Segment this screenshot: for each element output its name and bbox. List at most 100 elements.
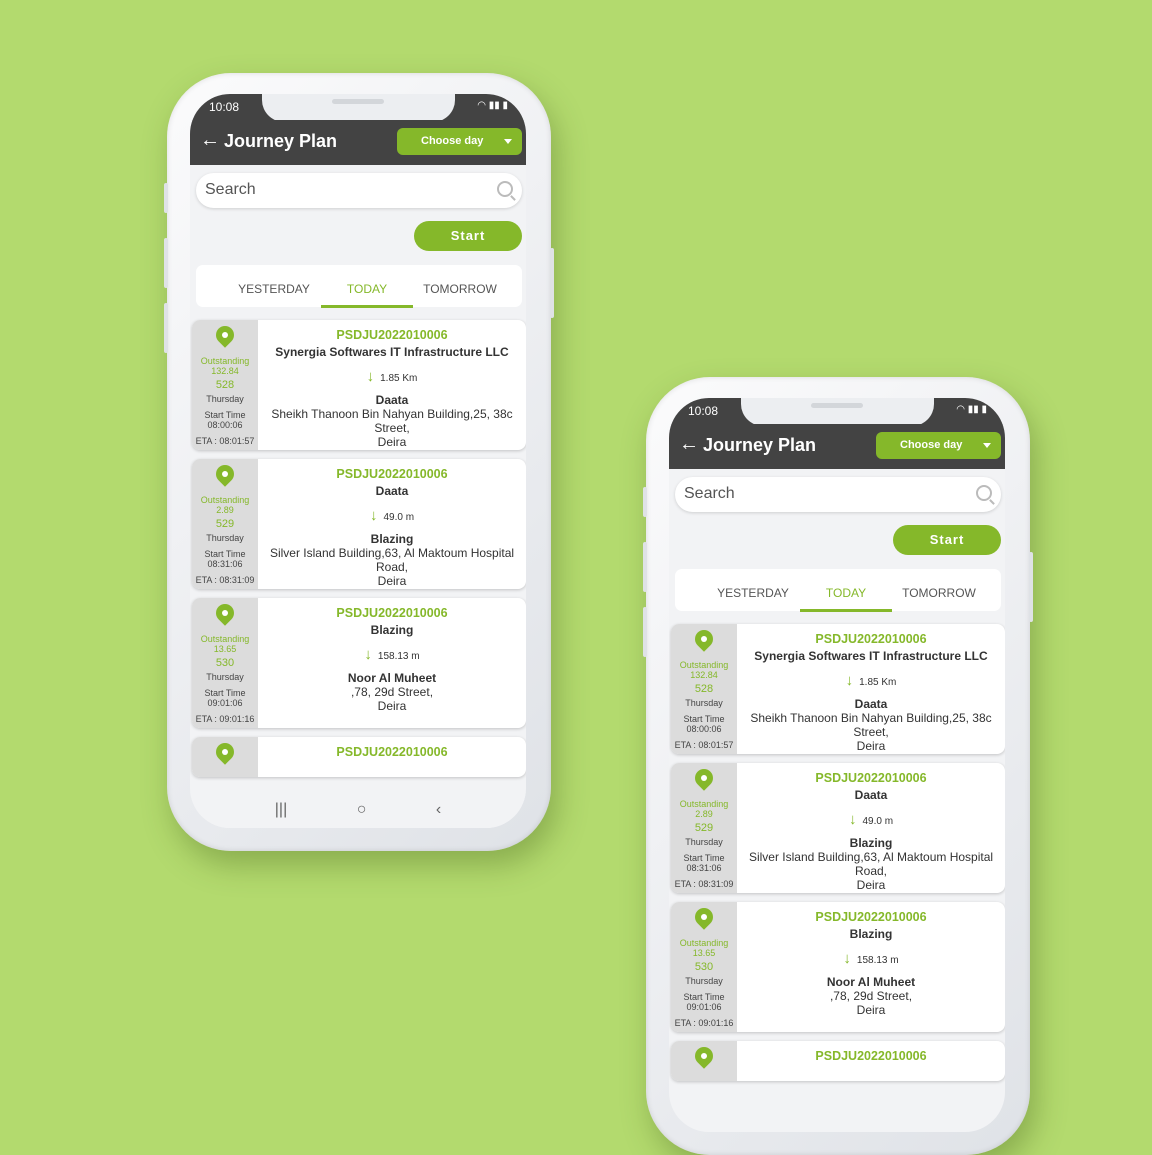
- day: Thursday: [685, 837, 723, 847]
- phone-mockup: Outstanding 132.84 528 Thursday Start Ti…: [164, 73, 554, 851]
- order-code: PSDJU2022010006: [336, 467, 448, 481]
- wifi-signal-battery-icon: ◠ ▮▮ ▮: [477, 100, 508, 111]
- start-time-label: Start Time: [204, 549, 246, 559]
- customer-name: Noor Al Muheet: [826, 975, 916, 989]
- status-bar: 10:08 ◠ ▮▮ ▮: [190, 94, 526, 122]
- start-button[interactable]: Start: [414, 221, 522, 251]
- search-input[interactable]: Search: [196, 173, 522, 208]
- address-line: Silver Island Building,63, Al Maktoum Ho…: [748, 850, 994, 864]
- company-name: Blazing: [370, 623, 414, 637]
- wifi-signal-battery-icon: ◠ ▮▮ ▮: [956, 404, 987, 415]
- start-time: 09:01:06: [686, 1002, 722, 1012]
- home-button[interactable]: ○: [357, 801, 367, 819]
- tab-today[interactable]: TODAY: [321, 282, 413, 296]
- journey-card[interactable]: Outstanding 13.65 530 Thursday Start Tim…: [671, 902, 1005, 1032]
- distance: 1.85 Km: [380, 373, 418, 384]
- tab-tomorrow[interactable]: TOMORROW: [893, 586, 985, 600]
- order-code: PSDJU2022010006: [336, 328, 448, 342]
- journey-list[interactable]: Outstanding 132.84 528 Thursday Start Ti…: [671, 624, 1005, 1090]
- address-line: Silver Island Building,63, Al Maktoum Ho…: [269, 546, 515, 560]
- outstanding-label: Outstanding: [200, 356, 250, 366]
- location-pin-icon: [212, 739, 238, 765]
- outstanding-value: 13.65: [213, 644, 237, 654]
- outstanding-value: 132.84: [690, 670, 718, 680]
- address-line: Sheikh Thanoon Bin Nahyan Building,25, 3…: [750, 711, 992, 725]
- company-name: Synergia Softwares IT Infrastructure LLC: [275, 345, 509, 359]
- eta: ETA : 08:01:57: [674, 740, 734, 750]
- day: Thursday: [206, 394, 244, 404]
- outstanding-value: 132.84: [211, 366, 239, 376]
- choose-day-dropdown[interactable]: Choose day: [876, 432, 1001, 459]
- back-arrow-icon[interactable]: ←: [679, 433, 699, 456]
- start-time: 09:01:06: [207, 698, 243, 708]
- start-time: 08:00:06: [207, 420, 243, 430]
- search-icon[interactable]: [976, 485, 992, 501]
- address-line: Sheikh Thanoon Bin Nahyan Building,25, 3…: [271, 407, 513, 421]
- active-tab-indicator: [800, 609, 892, 612]
- start-time: 08:00:06: [686, 724, 722, 734]
- card-details: PSDJU2022010006 Blazing ↓ 158.13 m Noor A…: [737, 902, 1005, 1032]
- page-title: Journey Plan: [224, 131, 338, 151]
- start-time-label: Start Time: [683, 853, 725, 863]
- card-details: PSDJU2022010006 Synergia Softwares IT In…: [258, 320, 526, 450]
- journey-card[interactable]: Outstanding 2.89 529 Thursday Start Time…: [192, 459, 526, 589]
- journey-card[interactable]: Outstanding 2.89 529 Thursday Start Time…: [671, 763, 1005, 893]
- status-bar: 10:08 ◠ ▮▮ ▮: [669, 398, 1005, 426]
- eta: ETA : 09:01:16: [674, 1018, 734, 1028]
- company-name: Blazing: [849, 927, 893, 941]
- start-time-label: Start Time: [683, 992, 725, 1002]
- card-summary: [192, 737, 258, 777]
- choose-day-dropdown[interactable]: Choose day: [397, 128, 522, 155]
- order-code: PSDJU2022010006: [336, 606, 448, 620]
- start-button[interactable]: Start: [893, 525, 1001, 555]
- tab-yesterday[interactable]: YESTERDAY: [228, 282, 320, 296]
- journey-card[interactable]: PSDJU2022010006: [671, 1041, 1005, 1081]
- tab-tomorrow[interactable]: TOMORROW: [414, 282, 506, 296]
- address-line: Street,: [374, 421, 410, 435]
- location-pin-icon: [691, 765, 717, 791]
- card-summary: Outstanding 13.65 530 Thursday Start Tim…: [671, 902, 737, 1032]
- outstanding-value: 13.65: [692, 948, 716, 958]
- outstanding-label: Outstanding: [679, 938, 729, 948]
- card-details: PSDJU2022010006 Daata ↓ 49.0 m Blazing Si…: [737, 763, 1005, 893]
- tab-yesterday[interactable]: YESTERDAY: [707, 586, 799, 600]
- journey-card[interactable]: PSDJU2022010006: [192, 737, 526, 777]
- card-summary: Outstanding 132.84 528 Thursday Start Ti…: [671, 624, 737, 754]
- phone-screen: Outstanding 132.84 528 Thursday Start Ti…: [669, 398, 1005, 1132]
- clock: 10:08: [209, 100, 240, 114]
- address-line: Deira: [377, 435, 407, 449]
- notch: [741, 398, 934, 426]
- visit-number: 529: [215, 518, 235, 530]
- phone-mockup: Outstanding 132.84 528 Thursday Start Ti…: [643, 377, 1033, 1155]
- search-input[interactable]: Search: [675, 477, 1001, 512]
- journey-list[interactable]: Outstanding 132.84 528 Thursday Start Ti…: [192, 320, 526, 786]
- day: Thursday: [685, 698, 723, 708]
- visit-number: 530: [215, 657, 235, 669]
- back-button[interactable]: ‹: [436, 801, 441, 819]
- journey-card[interactable]: Outstanding 13.65 530 Thursday Start Tim…: [192, 598, 526, 728]
- journey-card[interactable]: Outstanding 132.84 528 Thursday Start Ti…: [192, 320, 526, 450]
- distance: 49.0 m: [862, 816, 894, 827]
- start-time: 08:31:06: [686, 863, 722, 873]
- address-line: Road,: [854, 864, 888, 878]
- day-tabs: YESTERDAY TODAY TOMORROW: [196, 265, 522, 308]
- search-placeholder: Search: [205, 181, 256, 198]
- search-icon[interactable]: [497, 181, 513, 197]
- customer-name: Daata: [854, 697, 888, 711]
- day: Thursday: [206, 672, 244, 682]
- tab-today[interactable]: TODAY: [800, 586, 892, 600]
- arrow-down-icon: ↓: [845, 672, 854, 689]
- distance: 158.13 m: [377, 651, 420, 662]
- order-code: PSDJU2022010006: [815, 1049, 927, 1063]
- address-line: Deira: [856, 878, 886, 892]
- address-line: ,78, 29d Street,: [829, 989, 913, 1003]
- outstanding-label: Outstanding: [679, 799, 729, 809]
- journey-card[interactable]: Outstanding 132.84 528 Thursday Start Ti…: [671, 624, 1005, 754]
- recents-button[interactable]: |||: [275, 801, 287, 819]
- card-details: PSDJU2022010006 Synergia Softwares IT In…: [737, 624, 1005, 754]
- active-tab-indicator: [321, 305, 413, 308]
- arrow-down-icon: ↓: [369, 507, 378, 524]
- back-arrow-icon[interactable]: ←: [200, 129, 220, 152]
- order-code: PSDJU2022010006: [336, 745, 448, 759]
- location-pin-icon: [212, 600, 238, 626]
